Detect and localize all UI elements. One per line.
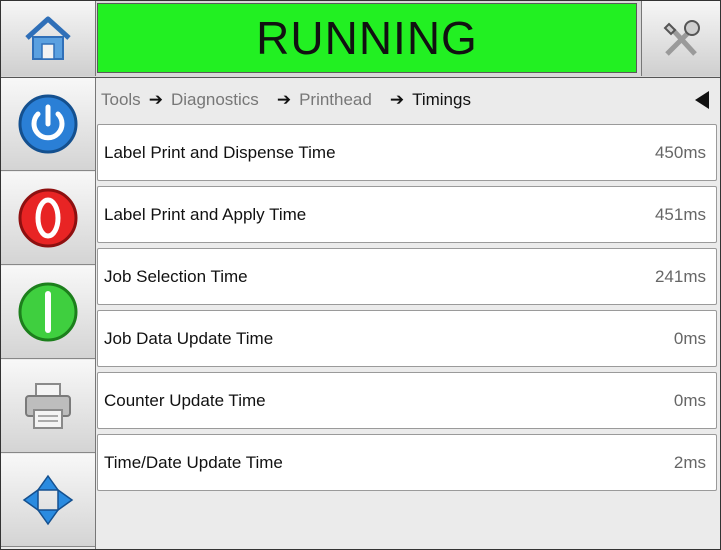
tools-button[interactable] <box>641 1 720 76</box>
timing-label: Job Data Update Time <box>104 328 274 348</box>
timing-value: 0ms <box>673 328 706 348</box>
list-item[interactable]: Label Print and Apply Time 451ms <box>97 186 717 243</box>
list-item[interactable]: Time/Date Update Time 2ms <box>97 434 717 491</box>
stop-icon <box>18 188 78 248</box>
breadcrumb-diagnostics[interactable]: Diagnostics <box>171 90 259 110</box>
timing-label: Label Print and Apply Time <box>104 204 307 224</box>
print-button[interactable] <box>1 360 95 453</box>
status-banner: RUNNING <box>97 3 637 73</box>
timing-value: 0ms <box>673 390 706 410</box>
arrow-right-icon: ➔ <box>389 90 405 109</box>
triangle-left-icon[interactable] <box>691 89 713 111</box>
top-bar: RUNNING <box>1 1 720 78</box>
printer-icon <box>25 383 71 429</box>
tools-icon <box>663 19 700 56</box>
home-button[interactable] <box>1 1 96 76</box>
sidebar <box>1 78 96 549</box>
timing-value: 450ms <box>654 142 706 162</box>
breadcrumb-tools[interactable]: Tools <box>101 90 141 110</box>
home-icon <box>25 16 71 60</box>
start-icon <box>18 282 78 342</box>
app-window: RUNNING Tools ➔ Diagnostics ➔ Printhead … <box>0 0 721 550</box>
list-item[interactable]: Counter Update Time 0ms <box>97 372 717 429</box>
timing-label: Label Print and Dispense Time <box>104 142 336 162</box>
breadcrumb-timings: Timings <box>412 90 471 109</box>
list-item[interactable]: Job Data Update Time 0ms <box>97 310 717 367</box>
stop-button[interactable] <box>1 172 95 265</box>
timing-label: Time/Date Update Time <box>104 452 283 472</box>
breadcrumb: Tools ➔ Diagnostics ➔ Printhead ➔ Timing… <box>97 81 717 119</box>
navigate-button[interactable] <box>1 454 95 547</box>
power-button[interactable] <box>1 78 95 171</box>
timing-label: Job Selection Time <box>104 266 248 286</box>
power-icon <box>18 94 78 154</box>
list-item[interactable]: Job Selection Time 241ms <box>97 248 717 305</box>
timing-value: 451ms <box>654 204 706 224</box>
list-item[interactable]: Label Print and Dispense Time 450ms <box>97 124 717 181</box>
arrow-right-icon: ➔ <box>276 90 292 109</box>
start-button[interactable] <box>1 266 95 359</box>
arrow-right-icon: ➔ <box>148 90 163 109</box>
timing-value: 241ms <box>654 266 706 286</box>
timing-value: 2ms <box>673 452 706 472</box>
timing-label: Counter Update Time <box>104 390 266 410</box>
breadcrumb-printhead[interactable]: Printhead <box>299 90 372 110</box>
navigation-arrows-icon <box>22 474 74 526</box>
